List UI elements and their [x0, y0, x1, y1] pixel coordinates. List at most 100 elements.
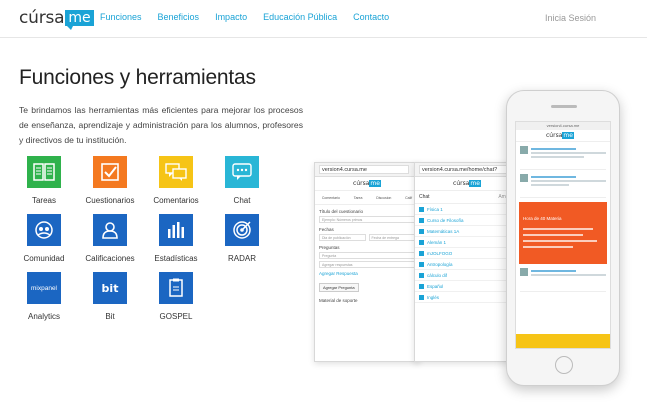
mini-app-header: cúrsame	[315, 177, 419, 191]
mini-logo: cúrsame	[453, 180, 481, 187]
phone-highlight-card: Hora de 40 Materia	[519, 202, 607, 264]
mini-label: Título del cuestionario	[319, 209, 364, 214]
nav-link-impacto[interactable]: Impacto	[215, 12, 247, 22]
feature-label: Bit	[105, 312, 115, 321]
mini-input: Ejemplo: Números primos	[319, 216, 415, 223]
browser-url-bar: version4.cursa.me	[315, 163, 419, 177]
cursame-logo[interactable]: cúrsa me	[19, 8, 94, 30]
phone-url: version4.cursa.me	[516, 122, 610, 130]
feature-label: Tareas	[31, 196, 56, 205]
feature-calificaciones[interactable]: Calificaciones	[80, 214, 140, 263]
mini-date-row: Dia de publicación Fecha de entrega	[319, 234, 415, 241]
mini-chat-item: Español	[415, 281, 519, 292]
mini-button: Agregar Pregunta	[319, 283, 359, 292]
mini-label: Preguntas	[319, 245, 340, 250]
feature-label: Calificaciones	[85, 254, 135, 263]
feature-label: RADAR	[227, 254, 256, 263]
nav-link-beneficios[interactable]: Beneficios	[158, 12, 200, 22]
mini-input: Pregunta	[319, 252, 415, 259]
browser-url-bar: version4.cursa.me/home/chat?	[415, 163, 519, 177]
logo-text: cúrsa	[19, 8, 65, 28]
target-icon	[225, 214, 259, 246]
checkbox-icon	[93, 156, 127, 188]
document-icon	[159, 272, 193, 304]
mini-input: Fecha de entrega	[368, 234, 415, 241]
chat-bubble-icon	[225, 156, 259, 188]
feature-gospel[interactable]: GOSPEL	[146, 272, 206, 321]
feature-comunidad[interactable]: Comunidad	[14, 214, 74, 263]
hero-description: Te brindamos las herramientas más eficie…	[19, 105, 303, 145]
bit-logo: bit	[93, 272, 127, 304]
browser-url: version4.cursa.me	[319, 165, 409, 174]
browser-mockup-questionnaire: version4.cursa.me cúrsame Comentario Tar…	[314, 162, 420, 362]
phone-post	[520, 268, 606, 292]
mini-app-header: cúrsame	[415, 177, 519, 191]
mini-link: Agregar Respuesta	[319, 271, 358, 276]
feature-analytics[interactable]: mixpanel Analytics	[14, 272, 74, 321]
mini-chat-item: cálculo dif	[415, 270, 519, 281]
feature-bit[interactable]: bit Bit	[80, 272, 140, 321]
bit-badge: bit	[101, 281, 119, 295]
mini-label: Fechas	[319, 227, 334, 232]
feature-radar[interactable]: RADAR	[212, 214, 272, 263]
mini-logo: cúrsame	[546, 132, 574, 139]
top-navbar: cúrsa me Funciones Beneficios Impacto Ed…	[0, 0, 647, 38]
feature-label: Comunidad	[23, 254, 65, 263]
browser-mockup-chat: version4.cursa.me/home/chat? cúrsame Cha…	[414, 162, 520, 362]
page-title: Funciones y herramientas	[19, 66, 256, 89]
nav-link-funciones[interactable]: Funciones	[100, 12, 142, 22]
mini-chat-item: Inglés	[415, 292, 519, 303]
nav-links: Funciones Beneficios Impacto Educación P…	[100, 12, 405, 22]
community-icon	[27, 214, 61, 246]
feature-label: GOSPEL	[159, 312, 193, 321]
user-icon	[93, 214, 127, 246]
comments-icon	[159, 156, 193, 188]
mini-tab: Comentario	[321, 195, 340, 200]
phone-card-title: Hora de 40 Materia	[523, 216, 562, 221]
feature-comentarios[interactable]: Comentarios	[146, 156, 206, 205]
bar-chart-icon	[159, 214, 193, 246]
feature-label: Comentarios	[153, 196, 199, 205]
mini-tabs: Comentario Tarea Discusion Calif	[315, 191, 419, 205]
book-icon	[27, 156, 61, 188]
avatar	[520, 146, 528, 154]
login-link[interactable]: Inicia Sesión	[545, 13, 596, 23]
mini-chat-item: Antropología	[415, 259, 519, 270]
mini-tab: Discusion	[376, 195, 392, 200]
phone-mockup: version4.cursa.me cúrsame Hora de 40 Mat…	[506, 90, 620, 386]
mixpanel-badge: mixpanel	[30, 284, 57, 292]
mini-label: Material de soporte	[319, 298, 358, 303]
nav-link-educacion-publica[interactable]: Educación Pública	[263, 12, 337, 22]
feature-estadisticas[interactable]: Estadísticas	[146, 214, 206, 263]
mini-input: Dia de publicación	[319, 234, 366, 241]
landing-page: cúrsa me Funciones Beneficios Impacto Ed…	[0, 0, 647, 417]
phone-header: cúrsame	[516, 130, 610, 142]
mini-input: Agregar respuestas	[319, 261, 415, 268]
mini-chat-item: Matemáticas 1A	[415, 226, 519, 237]
nav-link-contacto[interactable]: Contacto	[353, 12, 389, 22]
feature-label: Analytics	[27, 312, 60, 321]
mixpanel-logo: mixpanel	[27, 272, 61, 304]
feature-chat[interactable]: Chat	[212, 156, 272, 205]
logo-badge: me	[65, 10, 94, 30]
phone-speaker	[551, 105, 577, 108]
mini-tab: Calif	[405, 195, 413, 200]
feature-label: Chat	[233, 196, 251, 205]
mini-logo: cúrsame	[353, 180, 381, 187]
phone-post	[520, 146, 606, 170]
mini-chat-item: Alemán 1	[415, 237, 519, 248]
phone-screen: version4.cursa.me cúrsame Hora de 40 Mat…	[515, 121, 611, 349]
mini-chat-title: Chat Amigos	[415, 191, 519, 204]
phone-home-button	[555, 356, 573, 374]
mini-chat-item: Física 1	[415, 204, 519, 215]
mini-chat-item: Curso de Filosofía	[415, 215, 519, 226]
device-mockups: version4.cursa.me cúrsame Comentario Tar…	[310, 88, 647, 417]
feature-cuestionarios[interactable]: Cuestionarios	[80, 156, 140, 205]
phone-post	[520, 174, 606, 198]
feature-tareas[interactable]: Tareas	[14, 156, 74, 205]
mini-tab: Tarea	[353, 195, 363, 200]
browser-url: version4.cursa.me/home/chat?	[419, 165, 509, 174]
mini-chat-item: mJOLFOGO	[415, 248, 519, 259]
feature-label: Estadísticas	[154, 254, 198, 263]
avatar	[520, 174, 528, 182]
